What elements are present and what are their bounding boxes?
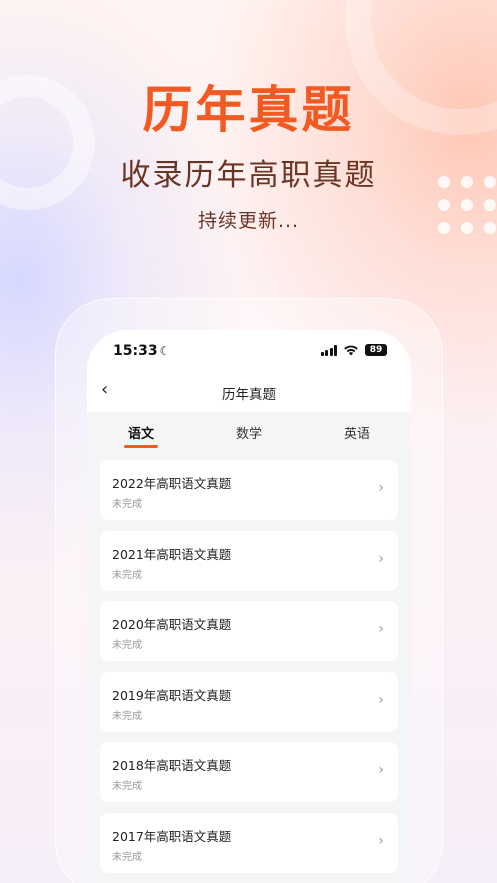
- exam-title: 2020年高职语文真题: [112, 617, 232, 632]
- exam-list: 2022年高职语文真题 未完成 › 2021年高职语文真题 未完成 › 2020…: [87, 454, 411, 873]
- page-title: 历年真题: [222, 387, 276, 403]
- tab-math[interactable]: 数学: [195, 412, 303, 454]
- exam-status: 未完成: [112, 851, 142, 863]
- status-icons: 89: [320, 344, 387, 356]
- phone-screen: 15:33 ☾ 89 ‹ 历年真题 语文 数学 英语 2022年高职语文真题 未…: [87, 330, 411, 883]
- status-bar: 15:33 ☾ 89: [87, 330, 411, 372]
- battery-icon: 89: [365, 344, 387, 356]
- exam-status: 未完成: [112, 499, 142, 510]
- tab-english[interactable]: 英语: [303, 412, 411, 454]
- subject-tabs: 语文 数学 英语: [87, 412, 411, 454]
- list-item[interactable]: 2022年高职语文真题 未完成 ›: [100, 460, 398, 520]
- moon-icon: ☾: [159, 344, 171, 358]
- exam-title: 2019年高职语文真题: [112, 687, 232, 703]
- tab-chinese[interactable]: 语文: [87, 412, 195, 454]
- nav-bar: ‹ 历年真题: [87, 372, 411, 412]
- exam-status: 未完成: [112, 781, 142, 792]
- exam-status: 未完成: [112, 569, 142, 581]
- list-item[interactable]: 2017年高职语文真题 未完成 ›: [100, 812, 398, 873]
- exam-status: 未完成: [112, 710, 142, 722]
- chevron-right-icon: ›: [378, 691, 384, 708]
- exam-title: 2017年高职语文真题: [112, 828, 232, 844]
- chevron-right-icon: ›: [378, 621, 384, 637]
- exam-title: 2022年高职语文真题: [112, 476, 232, 491]
- exam-title: 2018年高职语文真题: [112, 758, 232, 773]
- promo-tagline: 持续更新...: [197, 210, 300, 232]
- status-time-text: 15:33: [113, 343, 158, 359]
- exam-title: 2021年高职语文真题: [112, 546, 232, 562]
- promo-headline: 历年真题: [142, 81, 355, 139]
- status-time: 15:33 ☾: [113, 343, 170, 359]
- list-item[interactable]: 2019年高职语文真题 未完成 ›: [100, 671, 398, 732]
- chevron-right-icon: ›: [378, 832, 384, 849]
- list-item[interactable]: 2021年高职语文真题 未完成 ›: [100, 530, 398, 591]
- chevron-right-icon: ›: [378, 480, 384, 496]
- promo-subhead: 收录历年高职真题: [120, 158, 377, 193]
- chevron-right-icon: ›: [378, 550, 384, 567]
- list-item[interactable]: 2020年高职语文真题 未完成 ›: [100, 601, 398, 661]
- list-item[interactable]: 2018年高职语文真题 未完成 ›: [100, 742, 398, 802]
- wifi-icon: [344, 345, 358, 356]
- promo-page: 历年真题 收录历年高职真题 持续更新... 15:33 ☾ 89 ‹ 历年真题 …: [0, 0, 497, 883]
- signal-icon: [320, 344, 337, 356]
- chevron-right-icon: ›: [378, 762, 384, 778]
- exam-status: 未完成: [112, 640, 142, 651]
